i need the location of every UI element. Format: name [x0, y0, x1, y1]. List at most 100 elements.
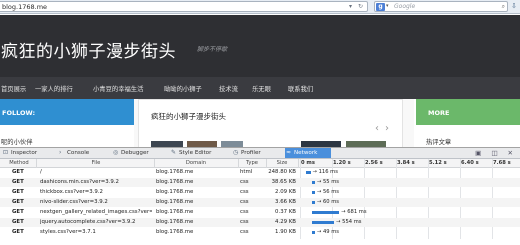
- featured-title[interactable]: 疯狂的小狮子漫步街头: [151, 111, 226, 122]
- chevron-right-icon[interactable]: ›: [385, 123, 395, 134]
- follow-header: FOLLOW:: [0, 99, 134, 125]
- timing-label: → 681 ms: [341, 209, 367, 215]
- inspector-icon: ⊡: [3, 149, 9, 156]
- follow-widget: FOLLOW: 呢的小伙伴: [0, 99, 134, 147]
- debugger-icon: ◎: [113, 149, 119, 156]
- column-divider: [154, 159, 155, 168]
- request-file: /: [40, 169, 42, 175]
- timeline-tick-label: 1.20 s: [333, 160, 351, 166]
- request-file: nextgen_gallery_related_images.css?ver=…: [40, 209, 152, 215]
- address-bar[interactable]: blog.1768.me ▾ ↻: [0, 1, 368, 12]
- request-file: jquery.autocomplete.css?ver=3.9.2: [40, 219, 136, 225]
- timing-label: → 55 ms: [317, 179, 340, 185]
- request-type: html: [240, 169, 253, 175]
- column-domain[interactable]: Domain: [156, 160, 236, 166]
- request-domain: blog.1768.me: [156, 179, 194, 185]
- timing-bar: [312, 181, 315, 184]
- search-input[interactable]: g ▾ Google ⌕: [374, 1, 508, 12]
- request-domain: blog.1768.me: [156, 199, 194, 205]
- request-type: css: [240, 189, 249, 195]
- tab-label: Inspector: [11, 150, 38, 156]
- nav-item-happy-life[interactable]: 小青豆的幸福生活: [93, 84, 143, 93]
- search-placeholder[interactable]: Google: [394, 3, 415, 10]
- tab-profiler[interactable]: ◷ Profiler: [232, 148, 261, 158]
- request-size: 1.90 KB: [275, 229, 296, 235]
- request-size: 2.09 KB: [275, 189, 296, 195]
- network-request-row[interactable]: GET jquery.autocomplete.css?ver=3.9.2 blog…: [0, 218, 520, 227]
- network-request-row[interactable]: GET nivo-slider.css?ver=3.9.2 blog.1768.me…: [0, 198, 520, 207]
- nav-item-fun[interactable]: 乐无眼: [252, 84, 271, 93]
- tab-inspector[interactable]: ⊡ Inspector: [2, 148, 37, 158]
- more-label: MORE: [428, 109, 450, 117]
- request-method: GET: [12, 179, 24, 185]
- request-type: css: [240, 209, 249, 215]
- tab-label: Style Editor: [179, 150, 212, 156]
- nav-item-ranking[interactable]: 一家人的排行: [35, 84, 73, 93]
- network-request-row[interactable]: GET nextgen_gallery_related_images.css?ve…: [0, 208, 520, 217]
- tab-console[interactable]: › Console: [58, 148, 89, 158]
- request-type: css: [240, 229, 249, 235]
- tab-label: Console: [67, 150, 90, 156]
- request-size: 0.37 KB: [275, 209, 296, 215]
- column-divider: [36, 159, 37, 168]
- chevron-left-icon[interactable]: ‹: [375, 123, 385, 134]
- nav-item-home[interactable]: 首页展示: [1, 84, 26, 93]
- network-request-row[interactable]: GET dashicons.min.css?ver=3.9.2 blog.1768.…: [0, 178, 520, 187]
- console-icon: ›: [59, 149, 62, 156]
- request-size: 248.80 KB: [268, 169, 296, 175]
- request-method: GET: [12, 229, 24, 235]
- timing-label: → 49 ms: [317, 229, 340, 235]
- timing-label: → 554 ms: [336, 219, 362, 225]
- slider-arrows: ‹›: [375, 123, 395, 134]
- devtools-window-controls[interactable]: ▣ ◫ ✕: [475, 149, 517, 157]
- request-method: GET: [12, 169, 24, 175]
- more-widget: MORE 热评文章: [416, 99, 520, 147]
- nav-item-lion[interactable]: 呦呦的小狮子: [164, 84, 202, 93]
- timeline-tick-label: 5.12 s: [429, 160, 447, 166]
- address-text[interactable]: blog.1768.me: [2, 3, 47, 11]
- tab-network[interactable]: ≈ Network: [285, 148, 331, 158]
- nav-item-contact[interactable]: 联系我们: [288, 84, 313, 93]
- network-request-row[interactable]: GET / blog.1768.me html 248.80 KB → 116 ms: [0, 168, 520, 177]
- column-type[interactable]: Type: [238, 160, 266, 166]
- request-file: styles.css?ver=3.7.1: [40, 229, 96, 235]
- request-type: css: [240, 199, 249, 205]
- timing-bar: [312, 201, 315, 204]
- request-file: thickbox.css?ver=3.9.2: [40, 189, 103, 195]
- timing-label: → 56 ms: [317, 189, 340, 195]
- reload-button[interactable]: ▾ ↻: [349, 3, 365, 10]
- request-type: css: [240, 179, 249, 185]
- timing-label: → 116 ms: [312, 169, 338, 175]
- devtools-panel: ⊡ Inspector › Console ◎ Debugger ✎ Style Edi…: [0, 147, 520, 245]
- request-domain: blog.1768.me: [156, 229, 194, 235]
- site-title[interactable]: 疯狂的小狮子漫步街头: [1, 37, 176, 62]
- request-domain: blog.1768.me: [156, 169, 194, 175]
- tab-debugger[interactable]: ◎ Debugger: [112, 148, 149, 158]
- magnifier-icon[interactable]: ⌕: [502, 3, 505, 11]
- timeline-tick-label: 7.68 s: [493, 160, 511, 166]
- timing-bar: [306, 171, 311, 174]
- request-type: css: [240, 219, 249, 225]
- timing-bar: [312, 211, 340, 214]
- nav-item-tech[interactable]: 技术流: [219, 84, 238, 93]
- column-method[interactable]: Method: [4, 160, 34, 166]
- network-request-row[interactable]: GET thickbox.css?ver=3.9.2 blog.1768.me css…: [0, 188, 520, 197]
- request-domain: blog.1768.me: [156, 189, 194, 195]
- tab-style-editor[interactable]: ✎ Style Editor: [170, 148, 211, 158]
- request-file: dashicons.min.css?ver=3.9.2: [40, 179, 119, 185]
- style-editor-icon: ✎: [171, 149, 177, 156]
- friends-heading: 呢的小伙伴: [1, 139, 33, 146]
- search-engine-icon[interactable]: g: [376, 3, 385, 11]
- column-divider: [298, 159, 299, 168]
- timing-bar: [312, 231, 315, 234]
- tab-label: Network: [294, 150, 318, 156]
- download-arrow-icon[interactable]: ⇩: [511, 2, 517, 10]
- network-icon: ≈: [286, 149, 292, 156]
- featured-box: 疯狂的小狮子漫步街头 ‹›: [138, 99, 403, 148]
- timeline-tick-label: 2.56 s: [365, 160, 383, 166]
- column-size[interactable]: Size: [266, 160, 298, 166]
- timeline-tick-label: 6.40 s: [461, 160, 479, 166]
- network-request-row[interactable]: GET styles.css?ver=3.7.1 blog.1768.me css 1.…: [0, 228, 520, 237]
- column-file[interactable]: File: [40, 160, 152, 166]
- chevron-down-icon[interactable]: ▾: [386, 3, 389, 9]
